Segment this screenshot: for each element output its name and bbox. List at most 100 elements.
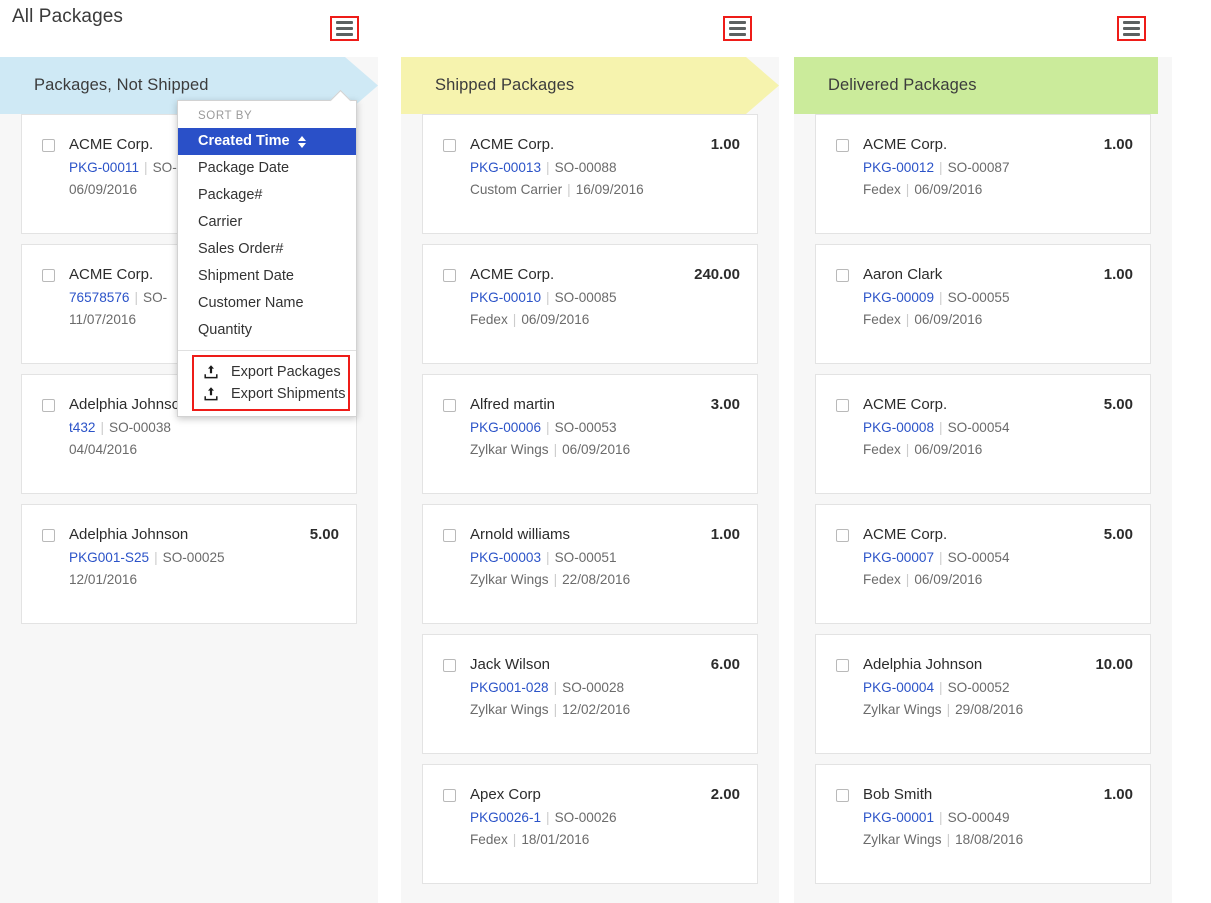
package-date: 12/01/2016: [69, 572, 137, 587]
column-header: Delivered Packages: [794, 57, 1172, 114]
card-carrier-row: Zylkar Wings|12/02/2016: [470, 702, 740, 717]
sort-option-shipment-date[interactable]: Shipment Date: [178, 263, 356, 290]
upload-icon: [203, 386, 219, 402]
package-number-link[interactable]: PKG-00013: [470, 160, 541, 175]
sort-option-quantity[interactable]: Quantity: [178, 317, 356, 344]
package-number-link[interactable]: 76578576: [69, 290, 129, 305]
card-checkbox[interactable]: [836, 659, 849, 672]
card-checkbox[interactable]: [836, 139, 849, 152]
package-card[interactable]: ACME Corp.5.00PKG-00007|SO-00054Fedex|06…: [815, 504, 1151, 624]
quantity-value: 6.00: [711, 656, 740, 673]
sales-order-number: SO-00026: [555, 810, 617, 825]
card-top-row: ACME Corp.5.00: [863, 526, 1133, 543]
card-checkbox[interactable]: [836, 269, 849, 282]
package-number-link[interactable]: PKG-00001: [863, 810, 934, 825]
package-number-link[interactable]: t432: [69, 420, 95, 435]
package-card[interactable]: Adelphia Johnson10.00PKG-00004|SO-00052Z…: [815, 634, 1151, 754]
customer-name: Bob Smith: [863, 786, 932, 803]
export-options-group: Export PackagesExport Shipments: [192, 355, 350, 411]
sort-option-label: Package#: [198, 187, 263, 203]
customer-name: ACME Corp.: [863, 136, 947, 153]
carrier-name: Zylkar Wings: [863, 702, 942, 717]
package-number-link[interactable]: PKG001-028: [470, 680, 549, 695]
customer-name: Adelphia Johnson: [863, 656, 982, 673]
package-number-link[interactable]: PKG-00011: [69, 160, 139, 175]
card-checkbox[interactable]: [443, 139, 456, 152]
column-title: Packages, Not Shipped: [34, 76, 209, 95]
card-ids-row: PKG-00004|SO-00052: [863, 680, 1133, 695]
package-date: 18/08/2016: [955, 832, 1023, 847]
package-card[interactable]: Adelphia Johnson5.00PKG001-S25|SO-000251…: [21, 504, 357, 624]
export-option-shipments[interactable]: Export Shipments: [194, 383, 348, 405]
card-checkbox[interactable]: [836, 789, 849, 802]
quantity-value: 1.00: [711, 526, 740, 543]
package-number-link[interactable]: PKG-00010: [470, 290, 541, 305]
card-checkbox[interactable]: [443, 529, 456, 542]
package-number-link[interactable]: PKG-00006: [470, 420, 541, 435]
column-menu-hamburger-icon[interactable]: [1117, 16, 1146, 41]
package-card[interactable]: Apex Corp2.00PKG0026-1|SO-00026Fedex|18/…: [422, 764, 758, 884]
field-separator: |: [541, 420, 555, 435]
sort-option-sales-order[interactable]: Sales Order#: [178, 236, 356, 263]
sort-option-label: Customer Name: [198, 295, 304, 311]
sort-option-package[interactable]: Package#: [178, 182, 356, 209]
field-separator: |: [934, 420, 948, 435]
card-carrier-row: Fedex|06/09/2016: [863, 182, 1133, 197]
card-top-row: Aaron Clark1.00: [863, 266, 1133, 283]
card-top-row: ACME Corp.240.00: [470, 266, 740, 283]
package-number-link[interactable]: PKG-00012: [863, 160, 934, 175]
sort-option-package-date[interactable]: Package Date: [178, 155, 356, 182]
card-top-row: Apex Corp2.00: [470, 786, 740, 803]
package-number-link[interactable]: PKG-00009: [863, 290, 934, 305]
card-body: Bob Smith1.00PKG-00001|SO-00049Zylkar Wi…: [833, 786, 1133, 847]
package-card[interactable]: ACME Corp.240.00PKG-00010|SO-00085Fedex|…: [422, 244, 758, 364]
card-checkbox[interactable]: [443, 789, 456, 802]
sales-order-number: SO-00038: [109, 420, 171, 435]
package-card[interactable]: ACME Corp.1.00PKG-00012|SO-00087Fedex|06…: [815, 114, 1151, 234]
sort-option-created-time[interactable]: Created Time: [178, 128, 356, 155]
sales-order-number: SO-00085: [555, 290, 617, 305]
dropdown-divider: [178, 350, 356, 351]
card-checkbox[interactable]: [836, 399, 849, 412]
sort-option-label: Created Time: [198, 132, 290, 151]
package-card[interactable]: Jack Wilson6.00PKG001-028|SO-00028Zylkar…: [422, 634, 758, 754]
column-menu-hamburger-icon[interactable]: [330, 16, 359, 41]
package-date: 11/07/2016: [69, 312, 136, 327]
sort-direction-arrows-icon[interactable]: [298, 136, 306, 148]
package-card[interactable]: Aaron Clark1.00PKG-00009|SO-00055Fedex|0…: [815, 244, 1151, 364]
column-menu-hamburger-icon[interactable]: [723, 16, 752, 41]
quantity-value: 1.00: [1104, 136, 1133, 153]
quantity-value: 5.00: [310, 526, 339, 543]
package-card[interactable]: Alfred martin3.00PKG-00006|SO-00053Zylka…: [422, 374, 758, 494]
card-checkbox[interactable]: [42, 139, 55, 152]
package-number-link[interactable]: PKG0026-1: [470, 810, 541, 825]
package-number-link[interactable]: PKG001-S25: [69, 550, 149, 565]
card-checkbox[interactable]: [42, 529, 55, 542]
customer-name: ACME Corp.: [470, 136, 554, 153]
card-checkbox[interactable]: [443, 399, 456, 412]
card-checkbox[interactable]: [42, 399, 55, 412]
package-number-link[interactable]: PKG-00008: [863, 420, 934, 435]
field-separator: |: [901, 442, 915, 457]
sort-option-customer-name[interactable]: Customer Name: [178, 290, 356, 317]
sales-order-number: SO-00055: [948, 290, 1010, 305]
export-option-packages[interactable]: Export Packages: [194, 361, 348, 383]
card-checkbox[interactable]: [443, 269, 456, 282]
card-checkbox[interactable]: [836, 529, 849, 542]
card-carrier-row: Fedex|18/01/2016: [470, 832, 740, 847]
customer-name: Apex Corp: [470, 786, 541, 803]
package-card[interactable]: ACME Corp.5.00PKG-00008|SO-00054Fedex|06…: [815, 374, 1151, 494]
sort-option-carrier[interactable]: Carrier: [178, 209, 356, 236]
package-date: 16/09/2016: [576, 182, 644, 197]
package-number-link[interactable]: PKG-00003: [470, 550, 541, 565]
column-card-list: ACME Corp.1.00PKG-00012|SO-00087Fedex|06…: [794, 114, 1172, 884]
field-separator: |: [129, 290, 143, 305]
package-number-link[interactable]: PKG-00004: [863, 680, 934, 695]
card-checkbox[interactable]: [42, 269, 55, 282]
sort-option-label: Sales Order#: [198, 241, 283, 257]
package-card[interactable]: Bob Smith1.00PKG-00001|SO-00049Zylkar Wi…: [815, 764, 1151, 884]
package-card[interactable]: Arnold williams1.00PKG-00003|SO-00051Zyl…: [422, 504, 758, 624]
package-number-link[interactable]: PKG-00007: [863, 550, 934, 565]
package-card[interactable]: ACME Corp.1.00PKG-00013|SO-00088Custom C…: [422, 114, 758, 234]
card-checkbox[interactable]: [443, 659, 456, 672]
